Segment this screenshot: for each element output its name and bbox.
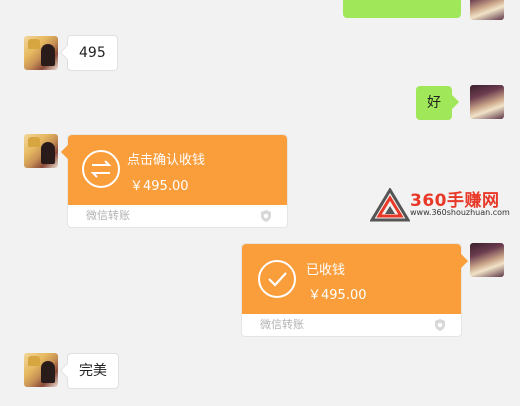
shield-icon xyxy=(435,319,445,331)
transfer-card-received[interactable]: 已收钱 ￥495.00 微信转账 xyxy=(241,243,462,337)
transfer-amount: ￥495.00 xyxy=(308,288,367,303)
shield-icon xyxy=(261,210,271,222)
exchange-arrows-icon xyxy=(82,150,120,188)
contact-avatar[interactable] xyxy=(24,353,58,387)
transfer-card-body: 已收钱 ￥495.00 xyxy=(242,244,461,314)
partial-self-bubble[interactable] xyxy=(343,0,461,18)
transfer-card-body: 点击确认收钱 ￥495.00 xyxy=(68,135,287,205)
transfer-title: 已收钱 xyxy=(306,263,346,278)
message-bubble-495[interactable]: 495 xyxy=(67,35,118,71)
self-message-bubble[interactable]: 好 xyxy=(416,86,452,120)
message-text: 495 xyxy=(79,45,106,61)
transfer-amount: ￥495.00 xyxy=(130,179,189,194)
contact-avatar[interactable] xyxy=(24,134,58,168)
watermark-logo: 360手赚网 www.360shouzhuan.com xyxy=(370,186,520,226)
message-text: 好 xyxy=(427,95,441,111)
transfer-title: 点击确认收钱 xyxy=(127,153,206,168)
transfer-card-pending[interactable]: 点击确认收钱 ￥495.00 微信转账 xyxy=(67,134,288,228)
transfer-footer: 微信转账 xyxy=(68,205,287,227)
transfer-footer-label: 微信转账 xyxy=(86,209,130,222)
self-avatar[interactable] xyxy=(470,243,504,277)
contact-avatar[interactable] xyxy=(24,36,58,70)
self-avatar-top[interactable] xyxy=(470,0,504,20)
message-bubble-perfect[interactable]: 完美 xyxy=(67,353,119,389)
transfer-footer-label: 微信转账 xyxy=(260,318,304,331)
transfer-footer: 微信转账 xyxy=(242,314,461,336)
message-text: 完美 xyxy=(79,363,107,379)
watermark-url: www.360shouzhuan.com xyxy=(410,208,510,217)
checkmark-icon xyxy=(258,260,296,298)
triangle-logo-icon xyxy=(370,188,410,222)
self-avatar[interactable] xyxy=(470,85,504,119)
